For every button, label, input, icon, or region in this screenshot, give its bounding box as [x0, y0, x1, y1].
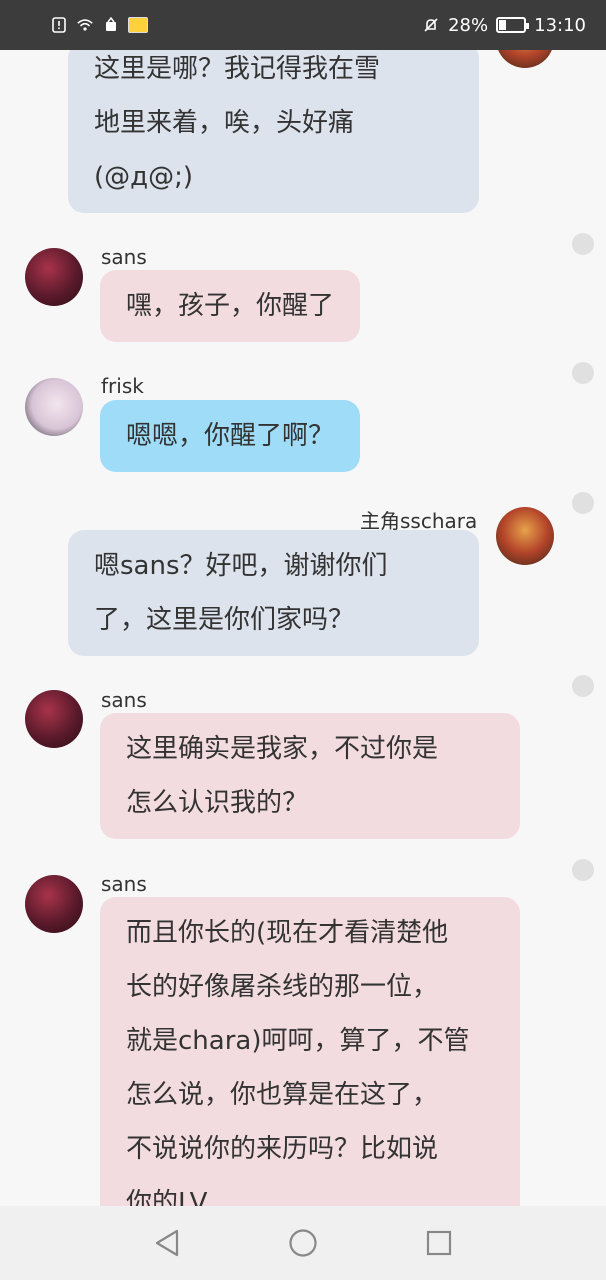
message-bubble[interactable]: 这里确实是我家，不过你是 怎么认识我的？: [100, 713, 520, 839]
avatar[interactable]: [496, 507, 554, 565]
message-bubble[interactable]: 而且你长的(现在才看清楚他 长的好像屠杀线的那一位， 就是chara)呵呵，算了…: [100, 897, 520, 1206]
avatar[interactable]: [25, 378, 83, 436]
back-icon[interactable]: [147, 1223, 187, 1263]
message-line: 长的好像屠杀线的那一位，: [126, 972, 439, 1002]
app-icon: [102, 16, 120, 34]
home-icon[interactable]: [283, 1223, 323, 1263]
message-line: (@д@;): [94, 162, 194, 192]
app-icon: [128, 17, 148, 33]
message-line: 嗯sans？好吧，谢谢你们: [94, 551, 388, 581]
status-bar: 28% 13:10: [0, 0, 606, 50]
sender-name: sans: [101, 245, 147, 269]
wifi-icon: [76, 16, 94, 34]
battery-percent: 28%: [448, 14, 489, 36]
message-status-dot: [572, 675, 594, 697]
message-status-dot: [572, 362, 594, 384]
navigation-bar: [0, 1206, 606, 1280]
message-bubble[interactable]: 嗯sans？好吧，谢谢你们 了，这里是你们家吗？: [68, 530, 479, 656]
message-line: 不说说你的来历吗？比如说: [126, 1134, 439, 1164]
chat-area[interactable]: 这里是哪？我记得我在雪 地里来着，唉，头好痛 (@д@;) sans 嘿，孩子，…: [0, 0, 606, 1206]
message-line: 就是chara)呵呵，算了，不管: [126, 1026, 470, 1056]
clock: 13:10: [534, 14, 586, 36]
message-line: 你的LV: [126, 1188, 208, 1206]
message-status-dot: [572, 233, 594, 255]
avatar[interactable]: [25, 875, 83, 933]
recents-icon[interactable]: [419, 1223, 459, 1263]
sender-name: frisk: [101, 374, 144, 398]
avatar[interactable]: [25, 248, 83, 306]
message-status-dot: [572, 859, 594, 881]
alert-icon: [50, 16, 68, 34]
message-status-dot: [572, 492, 594, 514]
message-bubble[interactable]: 这里是哪？我记得我在雪 地里来着，唉，头好痛 (@д@;): [68, 42, 479, 213]
mute-icon: [422, 16, 440, 34]
message-line: 了，这里是你们家吗？: [94, 605, 355, 635]
message-bubble[interactable]: 嗯嗯，你醒了啊？: [100, 400, 361, 472]
battery-fill: [499, 20, 507, 30]
message-line: 这里是哪？我记得我在雪: [94, 54, 381, 84]
message-bubble[interactable]: 嘿，孩子，你醒了: [100, 270, 361, 342]
message-line: 这里确实是我家，不过你是: [126, 734, 439, 764]
message-line: 地里来着，唉，头好痛: [94, 108, 355, 138]
message-line: 嘿，孩子，你醒了: [126, 291, 335, 321]
sender-name: sans: [101, 872, 147, 896]
message-line: 怎么认识我的？: [126, 788, 309, 818]
message-line: 而且你长的(现在才看清楚他: [126, 918, 449, 948]
message-line: 怎么说，你也算是在这了，: [126, 1080, 439, 1110]
message-line: 嗯嗯，你醒了啊？: [126, 421, 335, 451]
battery-icon: [496, 17, 530, 33]
sender-name: sans: [101, 688, 147, 712]
avatar[interactable]: [25, 690, 83, 748]
